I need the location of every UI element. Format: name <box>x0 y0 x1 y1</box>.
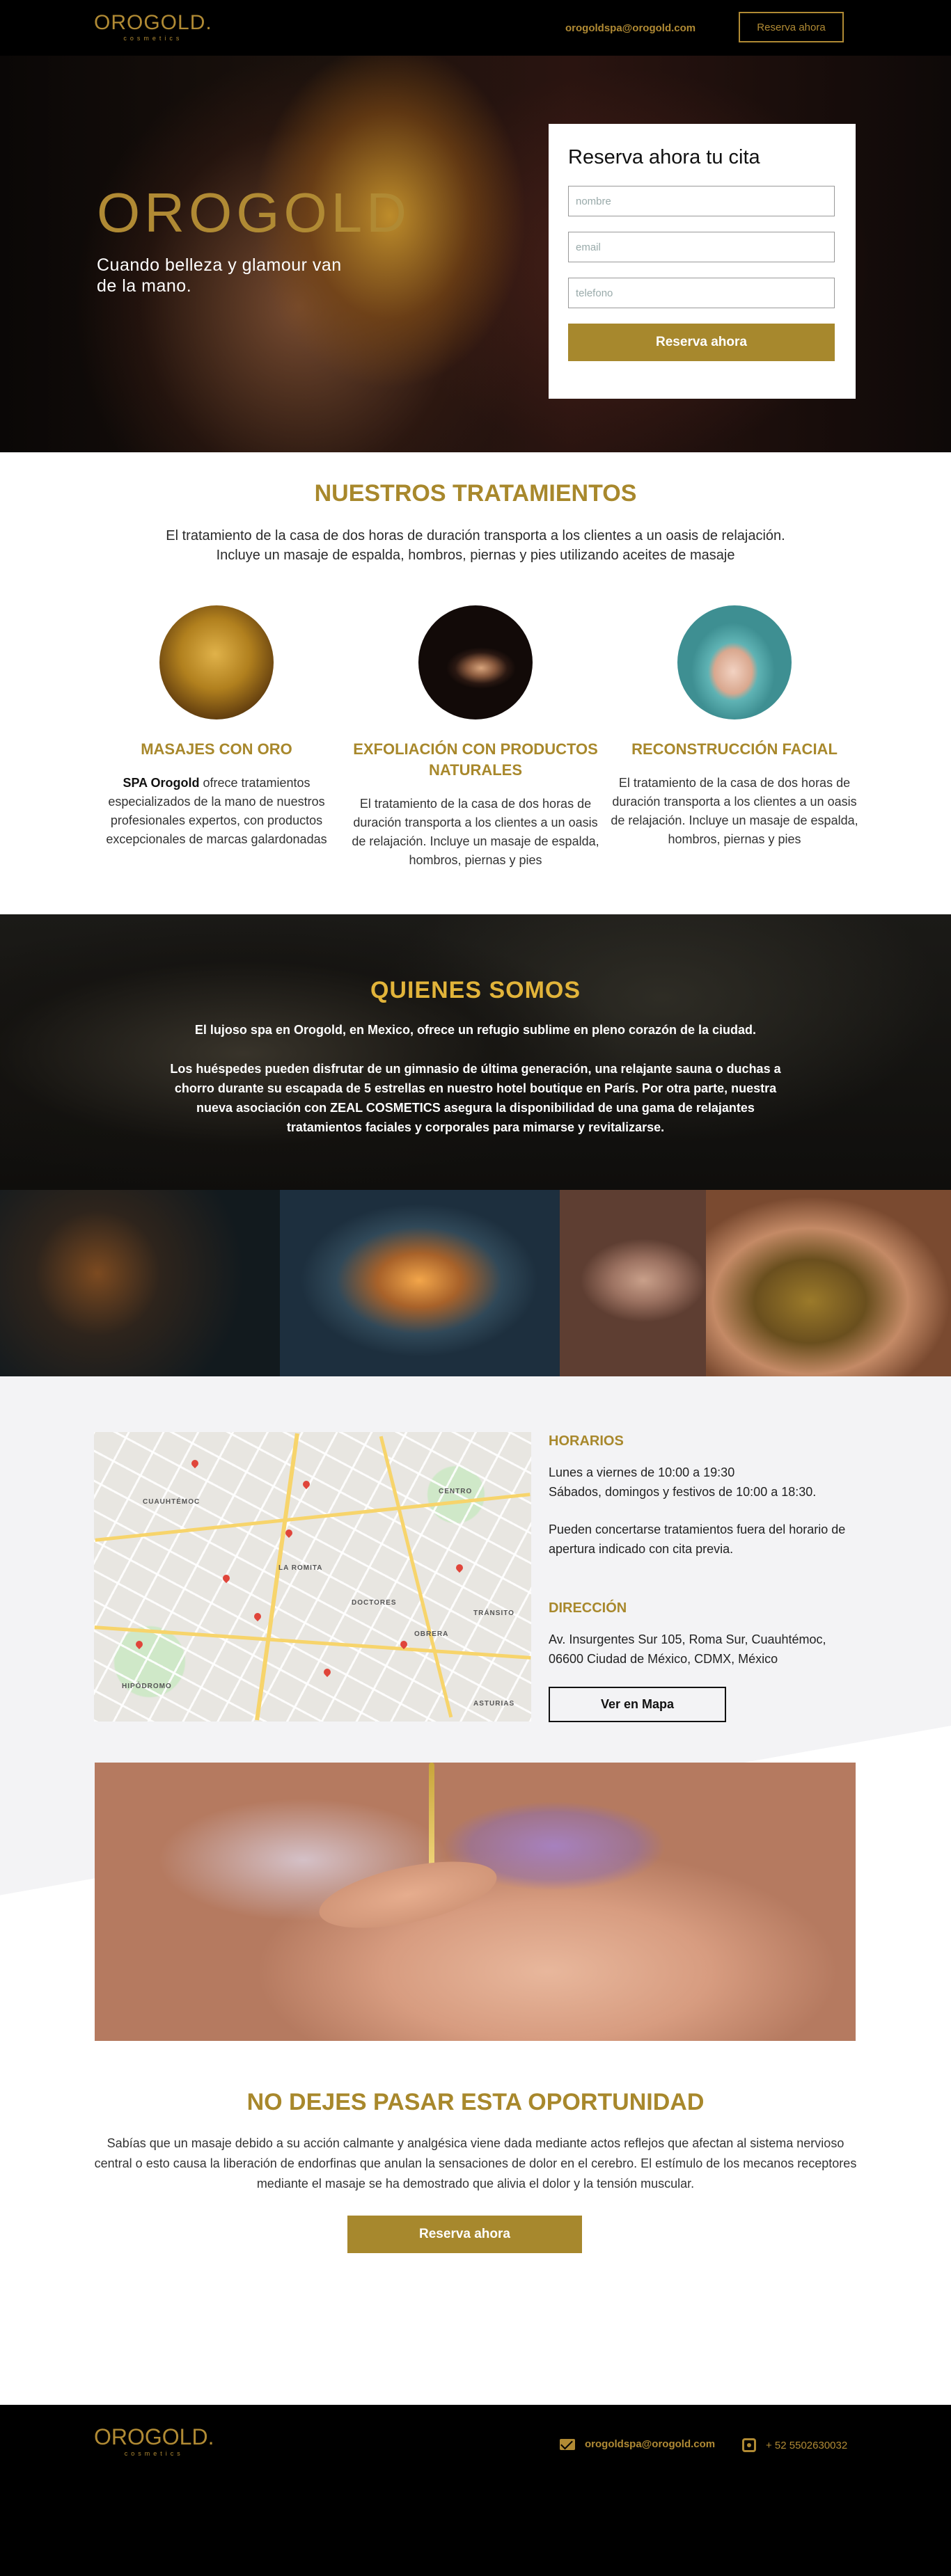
hours-note: Pueden concertarse tratamientos fuera de… <box>549 1522 846 1556</box>
top-bar: OROGOLD. cosmetics orogoldspa@orogold.co… <box>0 0 951 56</box>
header-email-link[interactable]: orogoldspa@orogold.com <box>565 22 695 34</box>
hero-section: OROGOLD Cuando belleza y glamour van de … <box>0 56 951 452</box>
footer: OROGOLD. cosmetics orogoldspa@orogold.co… <box>0 2405 951 2576</box>
map-label: TRÁNSITO <box>473 1609 514 1617</box>
gallery-image-eye <box>560 1190 706 1376</box>
map-road <box>379 1436 453 1718</box>
footer-logo-main: OROGOLD. <box>94 2424 214 2449</box>
logo-main: OROGOLD. <box>94 11 212 34</box>
map-road <box>255 1433 299 1721</box>
treatments-title: NUESTROS TRATAMIENTOS <box>314 480 637 507</box>
phone-icon <box>742 2438 756 2452</box>
about-paragraph-1: El lujoso spa en Orogold, en Mexico, ofr… <box>194 1023 757 1037</box>
phone-input[interactable] <box>568 278 835 308</box>
map-pin[interactable] <box>322 1667 333 1678</box>
address-title: DIRECCIÓN <box>549 1600 627 1616</box>
massage-image <box>95 1763 856 2041</box>
about-paragraph-2: Los huéspedes pueden disfrutar de un gim… <box>170 1062 781 1134</box>
footer-phone-text: + 52 5502630032 <box>766 2439 848 2451</box>
mail-icon <box>560 2438 575 2450</box>
hours-title: HORARIOS <box>549 1433 624 1449</box>
map-label: CUAUHTÉMOC <box>143 1498 201 1506</box>
image-gallery <box>0 1190 951 1376</box>
map-label: DOCTORES <box>352 1599 397 1607</box>
address-text: Av. Insurgentes Sur 105, Roma Sur, Cuauh… <box>549 1632 826 1666</box>
treatment-image-exfoliation <box>418 605 533 719</box>
cta-text: Sabías que un masaje debido a su acción … <box>94 2136 857 2191</box>
hero-title: OROGOLD <box>97 182 411 244</box>
treatment-text: El tratamiento de la casa de dos horas d… <box>611 776 858 846</box>
treatment-card: RECONSTRUCCIÓN FACIAL El tratamiento de … <box>609 605 860 849</box>
gallery-image-candle-holder <box>0 1190 280 1376</box>
footer-email-text: orogoldspa@orogold.com <box>585 2438 716 2450</box>
treatment-text-bold: SPA Orogold <box>123 776 200 790</box>
treatment-text: SPA Orogold ofrece tratamientos especial… <box>91 774 342 849</box>
treatment-title: RECONSTRUCCIÓN FACIAL <box>631 740 838 758</box>
footer-logo-sub: cosmetics <box>124 2450 184 2457</box>
footer-phone-link[interactable]: + 52 5502630032 <box>742 2438 847 2452</box>
map-pin[interactable] <box>301 1479 312 1490</box>
footer-logo[interactable]: OROGOLD. cosmetics <box>94 2426 214 2457</box>
booking-form: Reserva ahora tu cita Reserva ahora <box>549 124 856 399</box>
map-pin[interactable] <box>134 1639 145 1650</box>
map-pin[interactable] <box>189 1458 201 1469</box>
hours-line-2: Sábados, domingos y festivos de 10:00 a … <box>549 1485 817 1499</box>
view-map-button[interactable]: Ver en Mapa <box>549 1687 726 1722</box>
map-label: ASTURIAS <box>473 1700 515 1708</box>
treatment-text: El tratamiento de la casa de dos horas d… <box>352 797 599 867</box>
map-label: HIPÓDROMO <box>122 1683 172 1690</box>
treatment-card: EXFOLIACIÓN CON PRODUCTOS NATURALES El t… <box>350 605 601 870</box>
oil-stream <box>429 1763 434 1867</box>
map-pin[interactable] <box>454 1562 465 1573</box>
map-label: CENTRO <box>439 1488 473 1495</box>
hours-line-1: Lunes a viernes de 10:00 a 19:30 <box>549 1465 735 1479</box>
cta-reserve-button[interactable]: Reserva ahora <box>347 2216 582 2253</box>
gallery-image-candle <box>280 1190 560 1376</box>
booking-title: Reserva ahora tu cita <box>568 146 760 168</box>
treatment-image-gold <box>159 605 274 719</box>
gallery-image-mask <box>706 1190 951 1376</box>
booking-submit-button[interactable]: Reserva ahora <box>568 324 835 361</box>
email-input[interactable] <box>568 232 835 262</box>
logo-sub: cosmetics <box>123 35 183 42</box>
cta-title: NO DEJES PASAR ESTA OPORTUNIDAD <box>246 2089 705 2115</box>
map-pin[interactable] <box>221 1573 232 1584</box>
logo[interactable]: OROGOLD. cosmetics <box>94 13 212 42</box>
header-reserve-button[interactable]: Reserva ahora <box>739 12 844 42</box>
treatment-image-facial <box>677 605 792 719</box>
map-road <box>94 1625 531 1660</box>
hero-subtitle: Cuando belleza y glamour van de la mano. <box>97 255 342 296</box>
about-title: QUIENES SOMOS <box>370 977 581 1003</box>
treatment-card: MASAJES CON ORO SPA Orogold ofrece trata… <box>91 605 342 849</box>
treatment-title: MASAJES CON ORO <box>141 740 292 758</box>
treatments-intro: El tratamiento de la casa de dos horas d… <box>166 528 785 563</box>
name-input[interactable] <box>568 186 835 216</box>
map-label: OBRERA <box>414 1630 449 1638</box>
about-section: QUIENES SOMOS El lujoso spa en Orogold, … <box>0 914 951 1190</box>
footer-email-link[interactable]: orogoldspa@orogold.com <box>560 2438 715 2450</box>
treatment-title: EXFOLIACIÓN CON PRODUCTOS NATURALES <box>353 740 598 779</box>
hand-shape <box>313 1848 503 1941</box>
map-pin[interactable] <box>252 1611 263 1622</box>
location-map[interactable]: CUAUHTÉMOC DOCTORES OBRERA HIPÓDROMO AST… <box>94 1432 531 1722</box>
map-label: LA ROMITA <box>278 1564 323 1572</box>
